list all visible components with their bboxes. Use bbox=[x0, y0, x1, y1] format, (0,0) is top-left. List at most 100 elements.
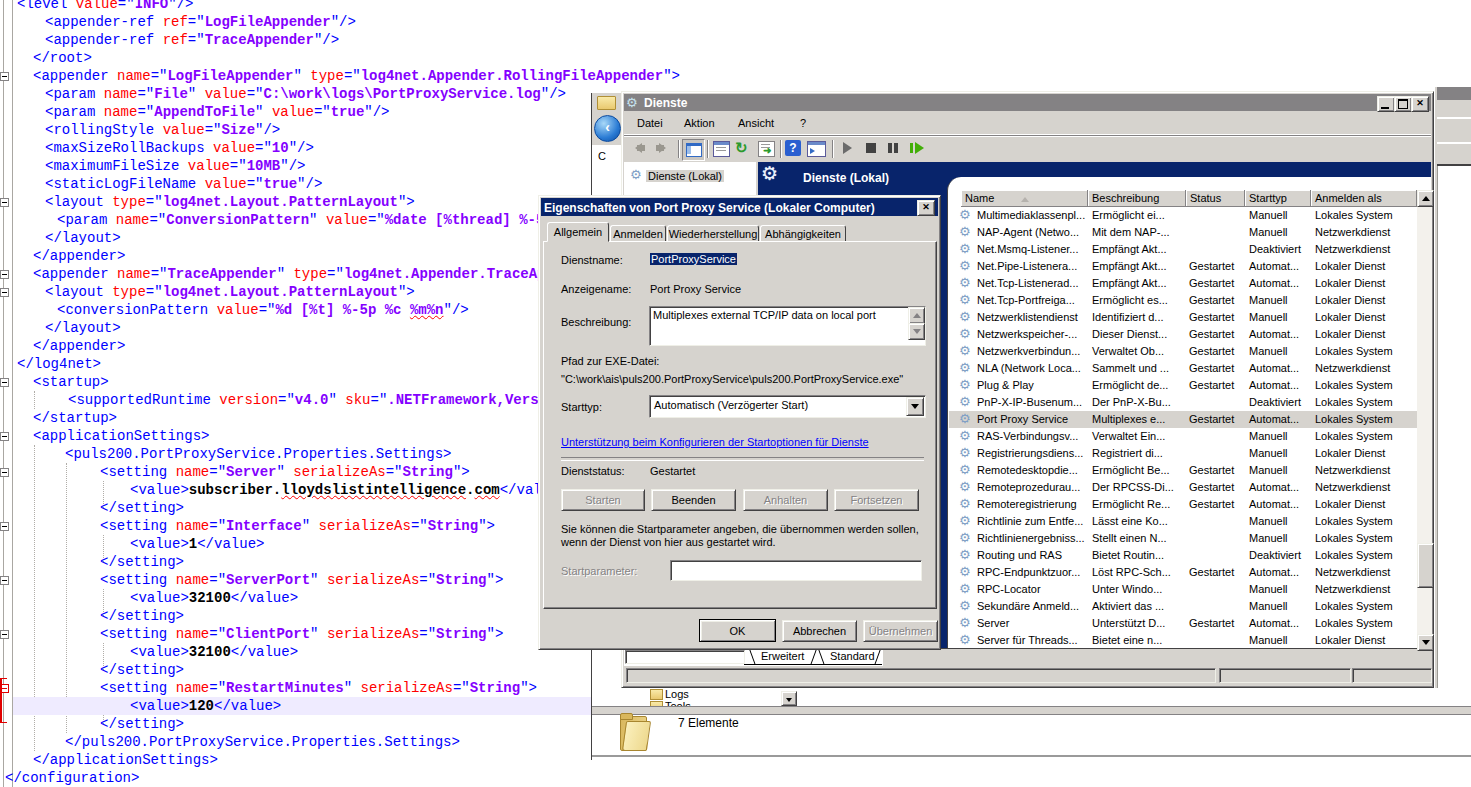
service-row[interactable]: ⚙Plug & PlayErmöglicht de...GestartetAut… bbox=[949, 377, 1417, 394]
service-gear-icon: ⚙ bbox=[959, 565, 971, 578]
service-cell: NLA (Network Loca... bbox=[977, 362, 1081, 374]
service-cell: RPC-Endpunktzuor... bbox=[977, 566, 1080, 578]
vertical-scrollbar[interactable] bbox=[1417, 190, 1432, 650]
service-cell: Lokales System bbox=[1315, 413, 1393, 425]
starten-button[interactable]: Starten bbox=[561, 489, 645, 511]
service-row[interactable]: ⚙PnP-X-IP-Busenum...Der PnP-X-Bu...Deakt… bbox=[949, 394, 1417, 411]
service-cell: Gestartet bbox=[1189, 260, 1234, 272]
service-gear-icon: ⚙ bbox=[959, 361, 971, 374]
service-row[interactable]: ⚙RPC-LocatorUnter Windo...ManuellNetzwer… bbox=[949, 581, 1417, 598]
service-cell: Ermöglicht Be... bbox=[1092, 464, 1170, 476]
service-cell: Automat... bbox=[1249, 617, 1299, 629]
scroll-down-button[interactable] bbox=[908, 323, 925, 340]
fortsetzen-button[interactable]: Fortsetzen bbox=[834, 489, 919, 511]
service-gear-icon: ⚙ bbox=[959, 633, 971, 646]
service-cell: Richtlinienergebniss... bbox=[977, 532, 1085, 544]
service-row[interactable]: ⚙Port Proxy ServiceMultiplexes e...Gesta… bbox=[949, 411, 1417, 428]
service-cell: Netzwerkdienst bbox=[1315, 243, 1390, 255]
service-row[interactable]: ⚙ServerUnterstützt D...GestartetAutomat.… bbox=[949, 615, 1417, 632]
service-cell: Server für Threads... bbox=[977, 634, 1078, 646]
service-cell: Lokales System bbox=[1315, 515, 1393, 527]
tab-wiederherstellung[interactable]: Wiederherstellung bbox=[667, 225, 759, 242]
ok-button[interactable]: OK bbox=[699, 619, 776, 642]
service-cell: Gestartet bbox=[1189, 328, 1234, 340]
dialog-close-button[interactable]: ✕ bbox=[917, 200, 935, 216]
column-header-anmelden[interactable]: Anmelden als bbox=[1311, 190, 1417, 207]
service-row[interactable]: ⚙Remotedesktopdie...Ermöglicht Be...Gest… bbox=[949, 462, 1417, 479]
beenden-button[interactable]: Beenden bbox=[651, 489, 736, 511]
service-cell: Net.Pipe-Listenera... bbox=[977, 260, 1077, 272]
scroll-up-button[interactable] bbox=[1417, 190, 1434, 207]
service-cell: Bietet Routin... bbox=[1092, 549, 1164, 561]
column-header-status[interactable]: Status bbox=[1186, 190, 1245, 207]
anzeigename-label: Anzeigename: bbox=[561, 283, 631, 295]
service-row[interactable]: ⚙Remoteprozedurau...Der RPCSS-Di...Gesta… bbox=[949, 479, 1417, 496]
service-cell: Lokaler Dienst bbox=[1315, 447, 1385, 459]
scroll-up-button[interactable] bbox=[908, 307, 925, 324]
service-cell: Automat... bbox=[1249, 379, 1299, 391]
column-header-starttyp[interactable]: Starttyp bbox=[1245, 190, 1311, 207]
service-cell: Aktiviert das ... bbox=[1092, 600, 1164, 612]
beschreibung-field[interactable]: Multiplexes external TCP/IP data on loca… bbox=[649, 306, 926, 346]
scroll-down-button[interactable] bbox=[1417, 634, 1434, 651]
tab-abhaengigkeiten[interactable]: Abhängigkeiten bbox=[760, 225, 846, 242]
service-cell: Gestartet bbox=[1189, 498, 1234, 510]
service-cell: Richtlinie zum Entfe... bbox=[977, 515, 1083, 527]
service-cell: NAP-Agent (Netwo... bbox=[977, 226, 1079, 238]
service-gear-icon: ⚙ bbox=[959, 225, 971, 238]
starttyp-combobox[interactable]: Automatisch (Verzögerter Start) bbox=[649, 395, 926, 418]
service-cell: Automat... bbox=[1249, 362, 1299, 374]
service-cell: Mit dem NAP-... bbox=[1092, 226, 1170, 238]
service-gear-icon: ⚙ bbox=[959, 616, 971, 629]
service-cell: Netzwerklistendienst bbox=[977, 311, 1078, 323]
service-row[interactable]: ⚙Richtlinie zum Entfe...Lässt eine Ko...… bbox=[949, 513, 1417, 530]
combo-dropdown-button[interactable] bbox=[906, 397, 924, 416]
service-row[interactable]: ⚙Server für Threads...Bietet eine n...Ma… bbox=[949, 632, 1417, 649]
service-row[interactable]: ⚙Registrierungsdiens...Registriert di...… bbox=[949, 445, 1417, 462]
anhalten-button[interactable]: Anhalten bbox=[743, 489, 828, 511]
service-cell: Netzwerkspeicher-... bbox=[977, 328, 1077, 340]
service-row[interactable]: ⚙Net.Msmq-Listener...Empfängt Akt...Deak… bbox=[949, 241, 1417, 258]
service-row[interactable]: ⚙Netzwerkverbindun...Verwaltet Ob...Gest… bbox=[949, 343, 1417, 360]
service-row[interactable]: ⚙Richtlinienergebniss...Stellt einen N..… bbox=[949, 530, 1417, 547]
abbrechen-button[interactable]: Abbrechen bbox=[782, 620, 857, 642]
uebernehmen-button[interactable]: Übernehmen bbox=[863, 620, 938, 642]
service-row[interactable]: ⚙Routing und RASBietet Routin...Deaktivi… bbox=[949, 547, 1417, 564]
service-cell: Remotedesktopdie... bbox=[977, 464, 1078, 476]
service-cell: Lokales System bbox=[1315, 430, 1393, 442]
service-row[interactable]: ⚙Netzwerkspeicher-...Dieser Dienst...Ges… bbox=[949, 326, 1417, 343]
startparameter-hint-line1: Sie können die Startparameter angeben, d… bbox=[561, 523, 919, 535]
dialog-titlebar[interactable]: Eigenschaften von Port Proxy Service (Lo… bbox=[541, 198, 938, 216]
service-row[interactable]: ⚙RemoteregistrierungErmöglicht Re...Gest… bbox=[949, 496, 1417, 513]
startparameter-field[interactable] bbox=[670, 560, 922, 581]
service-row[interactable]: ⚙Net.Pipe-Listenera...Empfängt Akt...Ges… bbox=[949, 258, 1417, 275]
service-gear-icon: ⚙ bbox=[959, 208, 971, 221]
service-cell: Deaktiviert bbox=[1249, 396, 1301, 408]
service-row[interactable]: ⚙Net.Tcp-Portfreiga...Ermöglicht es...Ge… bbox=[949, 292, 1417, 309]
service-cell: Plug & Play bbox=[977, 379, 1034, 391]
dialog-title: Eigenschaften von Port Proxy Service (Lo… bbox=[544, 201, 875, 215]
tab-allgemein[interactable]: Allgemein bbox=[547, 222, 609, 242]
service-cell: Net.Tcp-Portfreiga... bbox=[977, 294, 1075, 306]
service-row[interactable]: ⚙Net.Tcp-Listenerad...Empfängt Akt...Ges… bbox=[949, 275, 1417, 292]
service-row[interactable]: ⚙RAS-Verbindungsv...Verwaltet Ein...Manu… bbox=[949, 428, 1417, 445]
service-cell: Lokaler Dienst bbox=[1315, 498, 1385, 510]
service-cell: Der PnP-X-Bu... bbox=[1092, 396, 1171, 408]
tab-anmelden[interactable]: Anmelden bbox=[610, 225, 666, 242]
startoptions-help-link[interactable]: Unterstützung beim Konfigurieren der Sta… bbox=[561, 436, 869, 448]
service-row[interactable]: ⚙NAP-Agent (Netwo...Mit dem NAP-...Manue… bbox=[949, 224, 1417, 241]
column-header-name[interactable]: Name bbox=[961, 190, 1088, 207]
service-row[interactable]: ⚙NLA (Network Loca...Sammelt und ...Gest… bbox=[949, 360, 1417, 377]
service-row[interactable]: ⚙NetzwerklistendienstIdentifiziert d...G… bbox=[949, 309, 1417, 326]
service-row[interactable]: ⚙Multimediaklassenpl...Ermöglicht ei...M… bbox=[949, 207, 1417, 224]
service-cell: Lokaler Dienst bbox=[1315, 634, 1385, 646]
scrollbar-thumb[interactable] bbox=[1417, 543, 1434, 588]
service-row[interactable]: ⚙RPC-Endpunktzuor...Löst RPC-Sch...Gesta… bbox=[949, 564, 1417, 581]
column-header-beschreibung[interactable]: Beschreibung bbox=[1088, 190, 1186, 207]
service-row[interactable]: ⚙Sekundäre Anmeld...Aktiviert das ...Man… bbox=[949, 598, 1417, 615]
service-cell: Netzwerkdienst bbox=[1315, 583, 1390, 595]
anzeigename-value[interactable]: Port Proxy Service bbox=[650, 283, 741, 295]
dienstname-value[interactable]: PortProxyService bbox=[650, 253, 737, 265]
service-cell: Multiplexes e... bbox=[1092, 413, 1165, 425]
beschreibung-label: Beschreibung: bbox=[561, 316, 631, 328]
